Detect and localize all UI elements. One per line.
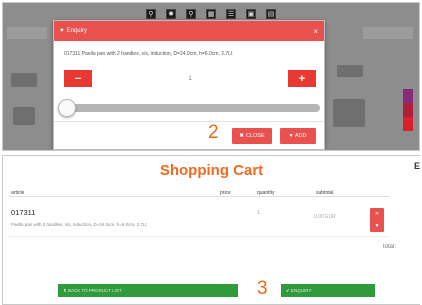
- enquiry-modal: ♥ Enquiry × 017311 Paella pan with 2 han…: [53, 20, 325, 150]
- slider-handle[interactable]: [58, 99, 76, 117]
- background-product-image: [13, 107, 35, 125]
- background-product-image: [11, 73, 37, 87]
- heart-icon: ♥: [289, 133, 293, 139]
- background-product-image: [337, 65, 363, 77]
- cart-icon[interactable]: ▤: [266, 9, 276, 19]
- back-to-product-list-button[interactable]: ⬆ BACK TO PRODUCT LIST: [58, 284, 238, 297]
- background-tab: [363, 27, 413, 39]
- close-button-label: CLOSE: [245, 133, 265, 139]
- step-number-label: 3: [257, 278, 268, 299]
- row-divider: [9, 236, 389, 237]
- product-description: 017311 Paella pan with 2 handles, s/s, i…: [64, 51, 233, 57]
- modal-header: ♥ Enquiry ×: [54, 21, 324, 41]
- top-toolbar: ⚲ ✹ ⚲ ▦ ☰ ▣ ▤: [3, 9, 419, 19]
- article-description: Paella pan with 2 handles, s/s, inductio…: [11, 222, 147, 227]
- header-divider: [9, 196, 389, 197]
- add-button[interactable]: ♥ ADD: [280, 128, 316, 144]
- list-icon[interactable]: ☰: [226, 9, 236, 19]
- back-button-label: BACK TO PRODUCT LIST: [68, 288, 122, 293]
- total-label: total:: [383, 244, 397, 250]
- heart-icon: ♥: [60, 28, 64, 34]
- remove-icon[interactable]: ✕: [375, 211, 379, 217]
- grid-icon[interactable]: ▦: [206, 9, 216, 19]
- quantity-slider[interactable]: [58, 99, 320, 117]
- row-actions: ✕ ▼: [370, 208, 384, 232]
- modal-close-icon[interactable]: ×: [313, 27, 318, 36]
- background-tab: [7, 27, 47, 39]
- increase-quantity-button[interactable]: +: [288, 70, 316, 87]
- modal-divider: [54, 121, 324, 122]
- background-color-swatches: [403, 89, 413, 131]
- zoom-icon[interactable]: ⚲: [186, 9, 196, 19]
- edge-icon[interactable]: E: [414, 161, 420, 171]
- modal-title: Enquiry: [66, 28, 87, 34]
- add-button-label: ADD: [294, 133, 307, 139]
- shopping-cart-screenshot-panel: Shopping Cart E article price quantity s…: [2, 155, 420, 305]
- background-product-image: [333, 99, 365, 127]
- settings-icon[interactable]: ✹: [166, 9, 176, 19]
- chevron-down-icon[interactable]: ▼: [375, 223, 380, 229]
- close-icon: ✖: [239, 133, 244, 139]
- row-quantity-input[interactable]: 1: [257, 210, 260, 216]
- step-number-label: 2: [208, 122, 219, 143]
- search-icon[interactable]: ⚲: [146, 9, 156, 19]
- close-button[interactable]: ✖ CLOSE: [232, 128, 272, 144]
- decrease-quantity-button[interactable]: −: [64, 70, 92, 87]
- row-subtotal: 0.00 EUR: [314, 214, 336, 220]
- enquiry-button[interactable]: ✔ ENQUIRY: [281, 284, 375, 297]
- enquiry-screenshot-panel: ⚲ ✹ ⚲ ▦ ☰ ▣ ▤ ♥ Enquiry × 017311 Paella …: [2, 2, 420, 151]
- image-icon[interactable]: ▣: [246, 9, 256, 19]
- article-code: 017311: [11, 208, 36, 217]
- quantity-stepper: − 1 +: [64, 70, 316, 87]
- page-title: Shopping Cart: [159, 162, 264, 179]
- enquiry-button-label: ENQUIRY: [291, 288, 312, 293]
- quantity-input[interactable]: 1: [92, 76, 288, 82]
